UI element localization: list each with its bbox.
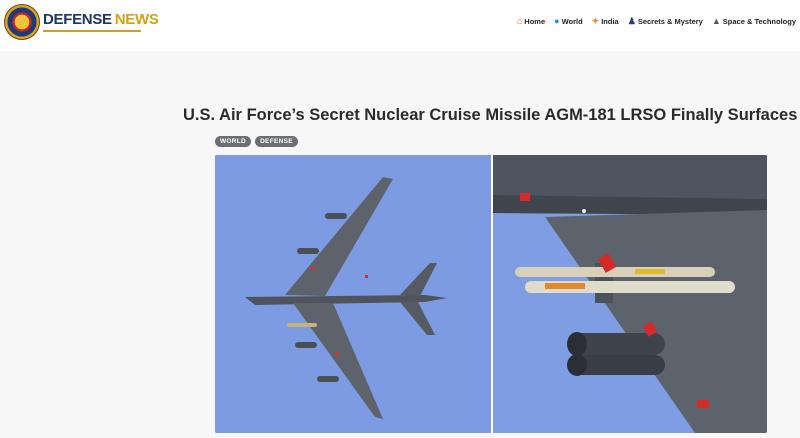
top-header: DEFENSE NEWS ⌂ Home ● World ✦ India ♟ Sec… xyxy=(0,0,800,51)
logo-text-news: NEWS xyxy=(114,11,159,28)
nav-label: Space & Technology xyxy=(722,17,796,26)
nav-label: Home xyxy=(524,17,546,26)
nav-item-home[interactable]: ⌂ Home xyxy=(516,16,546,27)
nav-item-world[interactable]: ● World xyxy=(554,16,583,27)
logo-text-defense: DEFENSE xyxy=(43,11,112,28)
nav-label: World xyxy=(561,17,583,26)
tag-defense[interactable]: DEFENSE xyxy=(255,136,298,147)
site-logo[interactable]: DEFENSE NEWS xyxy=(4,4,159,40)
featured-image xyxy=(215,155,767,433)
nav-item-india[interactable]: ✦ India xyxy=(591,16,619,27)
photo-divider xyxy=(491,155,493,433)
rocket-icon: ▲ xyxy=(711,16,721,26)
india-map-icon: ✦ xyxy=(591,16,600,26)
spy-icon: ♟ xyxy=(627,16,636,26)
article-tags: WORLD DEFENSE xyxy=(215,136,298,147)
nav-label: Secrets & Mystery xyxy=(637,17,703,26)
logo-underline xyxy=(43,30,141,32)
globe-icon: ● xyxy=(554,16,560,26)
tag-world[interactable]: WORLD xyxy=(215,136,252,147)
b52-missile-photo xyxy=(215,155,767,433)
article-title: U.S. Air Force’s Secret Nuclear Cruise M… xyxy=(183,106,798,125)
home-icon: ⌂ xyxy=(516,16,523,26)
nav-item-secrets-mystery[interactable]: ♟ Secrets & Mystery xyxy=(627,16,703,27)
nav-item-space-technology[interactable]: ▲ Space & Technology xyxy=(711,16,796,27)
missile-shape xyxy=(515,267,715,277)
logo-wordmark: DEFENSE NEWS xyxy=(43,12,159,32)
logo-emblem-icon xyxy=(4,4,40,40)
main-nav: ⌂ Home ● World ✦ India ♟ Secrets & Myste… xyxy=(516,16,796,27)
left-photo-sky xyxy=(215,155,491,433)
nav-label: India xyxy=(601,17,619,26)
